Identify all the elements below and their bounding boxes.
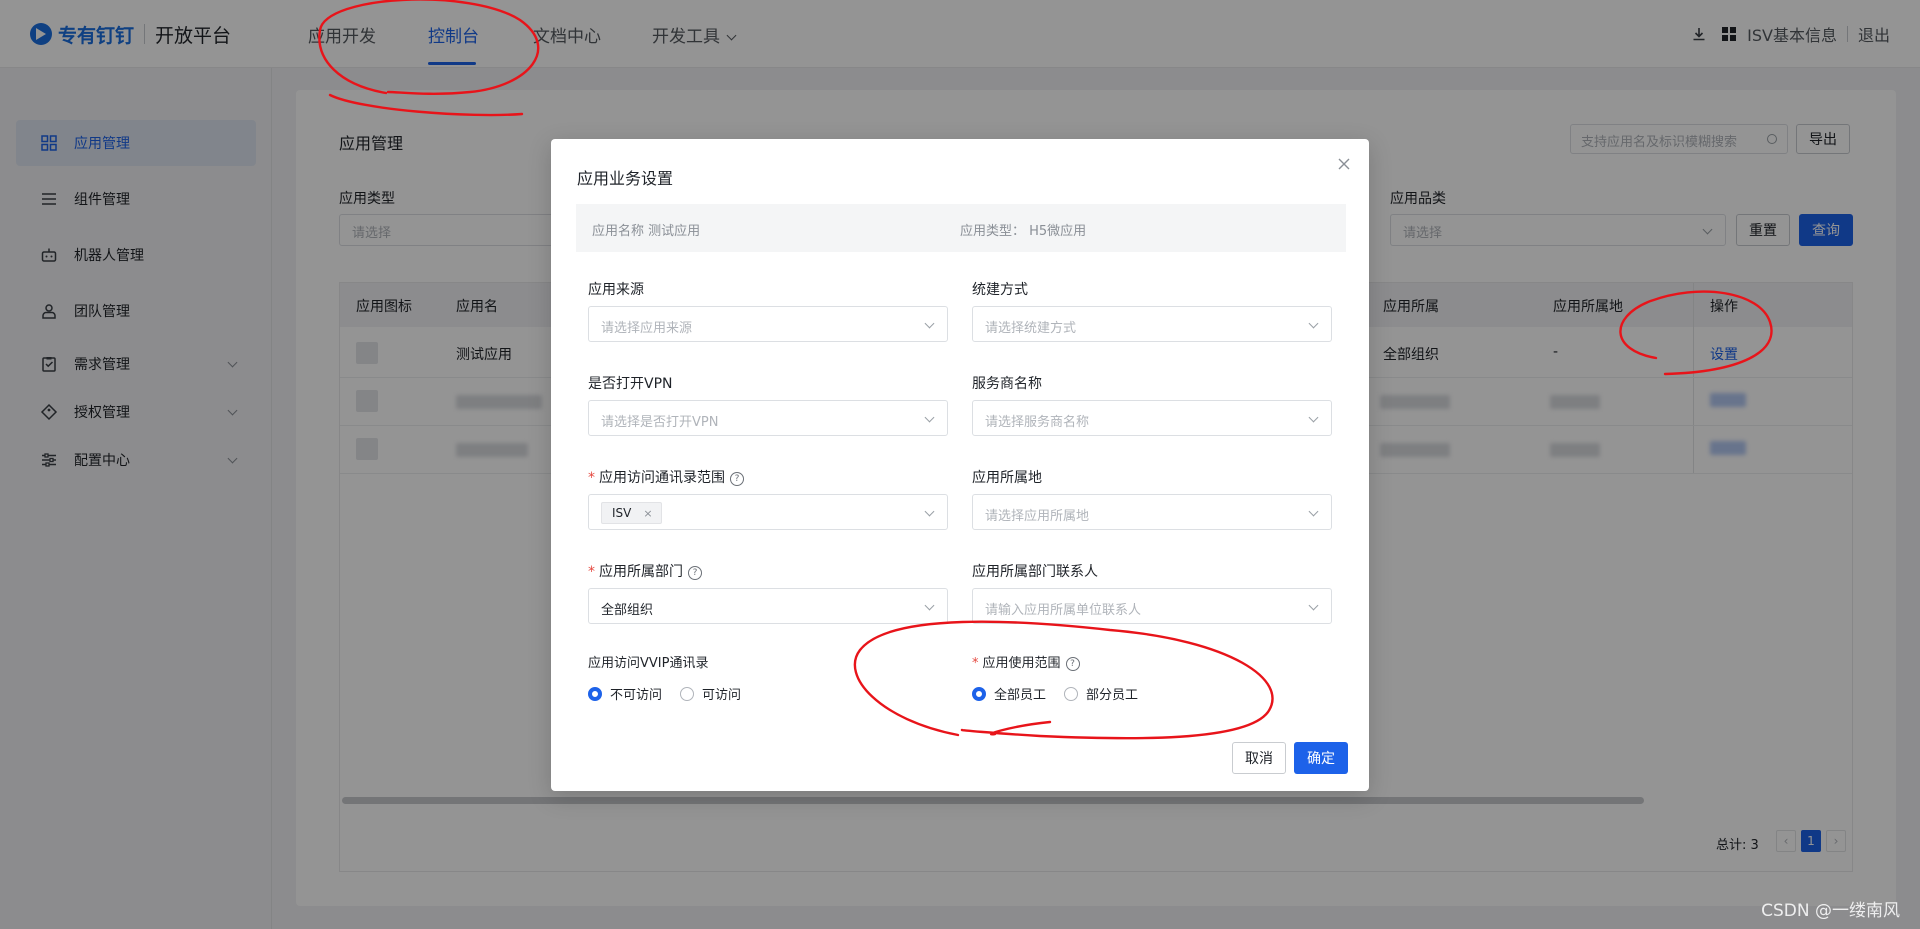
help-icon[interactable]: ? xyxy=(688,566,702,580)
source-placeholder: 请选择应用来源 xyxy=(601,321,693,336)
vendor-label: 服务商名称 xyxy=(972,376,1042,392)
chevron-down-icon xyxy=(1308,412,1319,423)
radio-checked xyxy=(972,686,986,701)
usage-option-label: 部分员工 xyxy=(1086,688,1139,703)
vendor-select[interactable]: 请选择服务商名称 xyxy=(972,400,1332,436)
usage-option-partial[interactable]: 部分员工 xyxy=(1064,684,1138,703)
usage-label: * 应用使用范围? xyxy=(972,652,1080,671)
scope-label: * 应用访问通讯录范围? xyxy=(588,467,744,487)
chevron-down-icon xyxy=(1308,600,1319,611)
required-asterisk: * xyxy=(972,656,979,671)
dept-label-text: 应用所属部门 xyxy=(599,564,683,580)
chevron-down-icon xyxy=(924,506,935,517)
dept-label: * 应用所属部门? xyxy=(588,561,702,581)
contact-label: 应用所属部门联系人 xyxy=(972,564,1098,580)
source-select[interactable]: 请选择应用来源 xyxy=(588,306,948,342)
chevron-down-icon xyxy=(924,600,935,611)
vpn-label: 是否打开VPN xyxy=(588,376,673,392)
required-asterisk: * xyxy=(588,564,595,580)
chevron-down-icon xyxy=(1308,318,1319,329)
info-app-type: 应用类型： H5微应用 xyxy=(960,224,1087,239)
vvip-option-label: 可访问 xyxy=(702,688,742,703)
dept-value: 全部组织 xyxy=(601,603,654,618)
vpn-select[interactable]: 请选择是否打开VPN xyxy=(588,400,948,436)
source-label: 应用来源 xyxy=(588,282,644,298)
region-placeholder: 请选择应用所属地 xyxy=(985,509,1090,524)
dept-select[interactable]: 全部组织 xyxy=(588,588,948,624)
usage-option-all[interactable]: 全部员工 xyxy=(972,684,1046,703)
vvip-radio-group: 不可访问 可访问 xyxy=(588,684,759,703)
vvip-option-access[interactable]: 可访问 xyxy=(680,684,741,703)
chevron-down-icon xyxy=(924,412,935,423)
region-select[interactable]: 请选择应用所属地 xyxy=(972,494,1332,530)
modal-title: 应用业务设置 xyxy=(577,169,674,188)
contact-select[interactable]: 请输入应用所属单位联系人 xyxy=(972,588,1332,624)
radio-unchecked xyxy=(680,686,695,701)
csdn-watermark: CSDN @一缕南风 xyxy=(1761,901,1900,921)
build-label: 统建方式 xyxy=(972,282,1028,298)
scope-select[interactable]: ISV × xyxy=(588,494,948,530)
usage-radio-group: 全部员工 部分员工 xyxy=(972,684,1156,703)
info-app-name: 应用名称 测试应用 xyxy=(592,224,701,239)
usage-label-text: 应用使用范围 xyxy=(982,656,1061,671)
scope-tag: ISV × xyxy=(601,502,662,524)
vpn-placeholder: 请选择是否打开VPN xyxy=(601,415,719,430)
build-select[interactable]: 请选择统建方式 xyxy=(972,306,1332,342)
app-info-bar: 应用名称 测试应用 应用类型： H5微应用 xyxy=(576,204,1346,252)
scope-label-text: 应用访问通讯录范围 xyxy=(599,470,725,486)
chevron-down-icon xyxy=(1308,506,1319,517)
cancel-button[interactable]: 取消 xyxy=(1232,742,1286,774)
chevron-down-icon xyxy=(924,318,935,329)
confirm-button[interactable]: 确定 xyxy=(1294,742,1348,774)
scope-tag-text: ISV xyxy=(612,506,632,520)
build-placeholder: 请选择统建方式 xyxy=(985,321,1077,336)
usage-option-label: 全部员工 xyxy=(994,688,1047,703)
help-icon[interactable]: ? xyxy=(730,472,744,486)
vvip-option-no-access[interactable]: 不可访问 xyxy=(588,684,662,703)
help-icon[interactable]: ? xyxy=(1065,657,1080,671)
vendor-placeholder: 请选择服务商名称 xyxy=(985,415,1090,430)
close-icon[interactable] xyxy=(1337,157,1351,171)
contact-placeholder: 请输入应用所属单位联系人 xyxy=(985,603,1142,618)
vvip-option-label: 不可访问 xyxy=(610,688,663,703)
app-business-settings-modal: 应用业务设置 应用名称 测试应用 应用类型： H5微应用 应用来源 请选择应用来… xyxy=(551,139,1369,791)
tag-remove-icon[interactable]: × xyxy=(643,507,652,520)
vvip-label: 应用访问VVIP通讯录 xyxy=(588,656,709,671)
radio-unchecked xyxy=(1064,686,1079,701)
required-asterisk: * xyxy=(588,470,595,486)
region-label: 应用所属地 xyxy=(972,470,1042,486)
radio-checked xyxy=(588,686,602,701)
